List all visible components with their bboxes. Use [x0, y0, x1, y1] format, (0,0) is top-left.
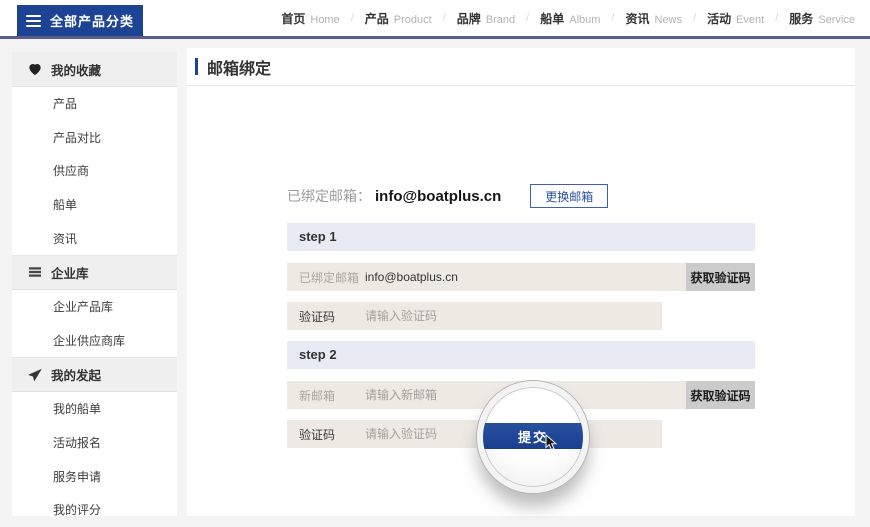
- sidebar-item-label: 企业供应商库: [53, 332, 125, 349]
- bound-email-row: 已绑定邮箱 info@boatplus.cn 获取验证码: [287, 263, 755, 291]
- nav-news[interactable]: 资讯 News: [625, 10, 682, 27]
- nav-service-zh: 服务: [789, 10, 813, 27]
- get-code-button-step1[interactable]: 获取验证码: [686, 263, 755, 291]
- sidebar-section-enterprise-library[interactable]: 企业库: [12, 255, 177, 290]
- nav-service[interactable]: 服务 Service: [789, 10, 855, 27]
- sidebar-item-label: 供应商: [53, 162, 89, 179]
- nav-event-en: Event: [736, 14, 764, 26]
- sidebar-item-album[interactable]: 船单: [12, 188, 177, 222]
- submit-button[interactable]: 提交: [477, 423, 589, 449]
- sidebar-section-label: 企业库: [51, 263, 89, 282]
- nav-album-en: Album: [569, 14, 600, 26]
- nav-home-en: Home: [310, 14, 339, 26]
- sidebar: 我的收藏 产品 产品对比 供应商 船单 资讯 企业库 企业产品库 企业供应商库 …: [12, 52, 177, 516]
- sidebar-section-label: 我的发起: [51, 365, 101, 384]
- bound-email-label: 已绑定邮箱：: [287, 186, 371, 206]
- step1-header: step 1: [287, 223, 755, 251]
- bound-email-line: 已绑定邮箱： info@boatplus.cn 更换邮箱: [287, 183, 755, 209]
- sidebar-item-my-rating[interactable]: 我的评分: [12, 493, 177, 527]
- step2-header: step 2: [287, 341, 755, 369]
- nav-separator: /: [351, 12, 354, 24]
- nav-separator: /: [443, 12, 446, 24]
- sidebar-item-my-album[interactable]: 我的船单: [12, 392, 177, 426]
- all-categories-button[interactable]: 全部产品分类: [17, 5, 143, 36]
- top-nav: 首页 Home / 产品 Product / 品牌 Brand / 船单 Album /…: [281, 0, 855, 36]
- nav-home-zh: 首页: [281, 10, 305, 27]
- sidebar-item-news[interactable]: 资讯: [12, 221, 177, 255]
- sidebar-item-label: 我的船单: [53, 400, 101, 417]
- sidebar-item-label: 产品: [53, 95, 77, 112]
- change-email-button[interactable]: 更换邮箱: [530, 184, 608, 208]
- sidebar-section-label: 我的收藏: [51, 60, 101, 79]
- sidebar-item-product-compare[interactable]: 产品对比: [12, 121, 177, 155]
- nav-separator: /: [775, 12, 778, 24]
- nav-news-zh: 资讯: [625, 10, 649, 27]
- nav-news-en: News: [655, 14, 683, 26]
- bound-email-value: info@boatplus.cn: [375, 188, 501, 205]
- mouse-cursor-icon: [545, 434, 558, 451]
- nav-product-en: Product: [394, 14, 432, 26]
- new-email-label: 新邮箱: [287, 387, 365, 404]
- nav-product-zh: 产品: [365, 10, 389, 27]
- nav-album[interactable]: 船单 Album: [540, 10, 600, 27]
- nav-service-en: Service: [818, 14, 855, 26]
- all-categories-label: 全部产品分类: [50, 11, 134, 30]
- nav-album-zh: 船单: [540, 10, 564, 27]
- heart-icon: [28, 63, 42, 76]
- main-content: 邮箱绑定 已绑定邮箱： info@boatplus.cn 更换邮箱 step 1…: [187, 48, 855, 516]
- sidebar-section-my-initiatives[interactable]: 我的发起: [12, 357, 177, 392]
- sidebar-item-event-signup[interactable]: 活动报名: [12, 426, 177, 460]
- sidebar-item-supplier[interactable]: 供应商: [12, 154, 177, 188]
- nav-separator: /: [693, 12, 696, 24]
- get-code-button-step2[interactable]: 获取验证码: [686, 381, 755, 409]
- sidebar-item-enterprise-product-library[interactable]: 企业产品库: [12, 290, 177, 324]
- verification-code-field-step1: 验证码: [287, 302, 662, 330]
- sidebar-item-label: 产品对比: [53, 129, 101, 146]
- sidebar-item-product[interactable]: 产品: [12, 87, 177, 121]
- nav-product[interactable]: 产品 Product: [365, 10, 432, 27]
- bound-email-field: 已绑定邮箱 info@boatplus.cn: [287, 263, 686, 291]
- sidebar-item-enterprise-supplier-library[interactable]: 企业供应商库: [12, 324, 177, 358]
- nav-brand-zh: 品牌: [457, 10, 481, 27]
- verification-code-field-step2: 验证码: [287, 420, 662, 448]
- magnifier-lens: 提交: [477, 381, 589, 493]
- verification-code-input-step1[interactable]: [365, 302, 662, 330]
- nav-brand[interactable]: 品牌 Brand: [457, 10, 515, 27]
- sidebar-item-service-request[interactable]: 服务申请: [12, 459, 177, 493]
- sidebar-item-label: 船单: [53, 196, 77, 213]
- nav-event-zh: 活动: [707, 10, 731, 27]
- top-header: 全部产品分类 首页 Home / 产品 Product / 品牌 Brand / 船单…: [0, 0, 870, 39]
- page-title-row: 邮箱绑定: [187, 48, 855, 86]
- bound-email-field-value: info@boatplus.cn: [365, 270, 458, 284]
- nav-separator: /: [526, 12, 529, 24]
- sidebar-item-label: 服务申请: [53, 468, 101, 485]
- nav-brand-en: Brand: [486, 14, 515, 26]
- nav-separator: /: [611, 12, 614, 24]
- sidebar-item-label: 活动报名: [53, 434, 101, 451]
- sidebar-section-my-favorites[interactable]: 我的收藏: [12, 52, 177, 87]
- sidebar-item-label: 资讯: [53, 230, 77, 247]
- nav-home[interactable]: 首页 Home: [281, 10, 339, 27]
- page-title: 邮箱绑定: [207, 55, 271, 79]
- sidebar-item-label: 企业产品库: [53, 298, 113, 315]
- title-accent-bar: [195, 58, 198, 75]
- list-icon: [28, 266, 42, 278]
- verification-code-row-step1: 验证码: [287, 302, 755, 330]
- verification-code-label-step1: 验证码: [287, 308, 365, 325]
- hamburger-icon: [26, 15, 41, 27]
- paper-plane-icon: [28, 368, 42, 382]
- bound-email-field-label: 已绑定邮箱: [287, 269, 365, 286]
- verification-code-label-step2: 验证码: [287, 426, 365, 443]
- nav-event[interactable]: 活动 Event: [707, 10, 764, 27]
